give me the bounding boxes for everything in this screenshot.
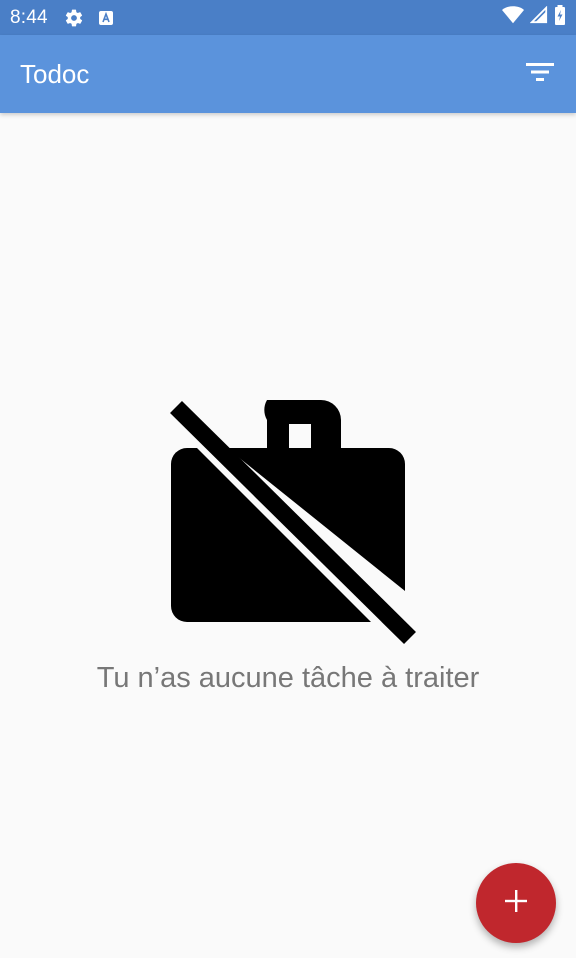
a-badge-icon bbox=[98, 10, 114, 26]
wifi-icon bbox=[502, 5, 524, 30]
filter-icon bbox=[526, 62, 554, 87]
status-bar: 8:44 bbox=[0, 0, 576, 35]
add-task-button[interactable] bbox=[476, 863, 556, 943]
app-title: Todoc bbox=[20, 58, 90, 89]
filter-button[interactable] bbox=[516, 50, 564, 98]
battery-icon bbox=[554, 5, 566, 30]
status-time: 8:44 bbox=[10, 6, 48, 28]
settings-icon bbox=[64, 8, 84, 28]
add-icon bbox=[505, 889, 527, 917]
signal-icon bbox=[529, 5, 548, 29]
empty-state-message: Tu n’as aucune tâche à traiter bbox=[96, 662, 480, 694]
work-off-icon bbox=[170, 400, 418, 648]
app-bar: Todoc bbox=[0, 35, 576, 113]
